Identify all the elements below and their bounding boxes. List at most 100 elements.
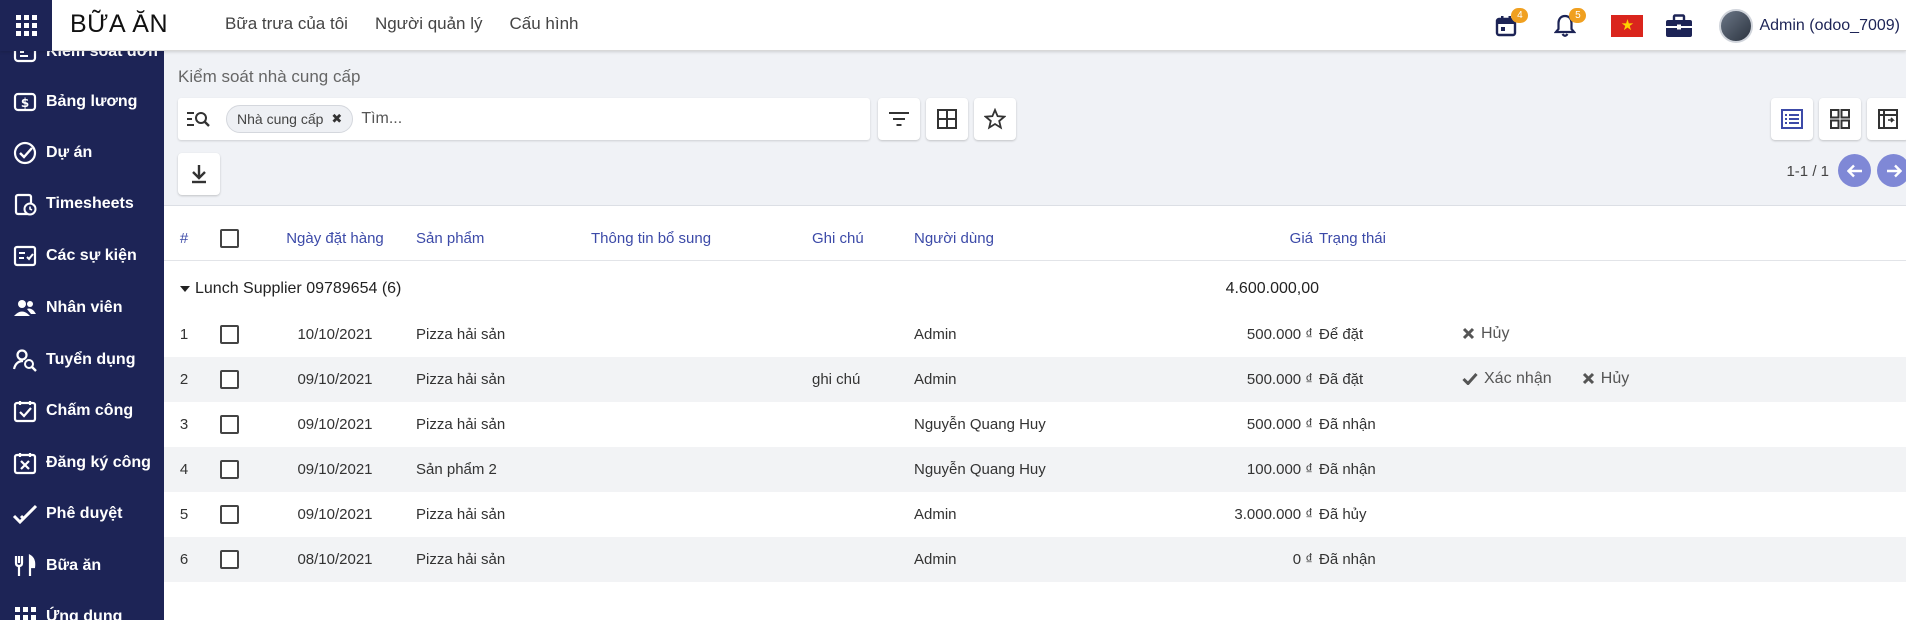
search-bar[interactable]: Nhà cung cấp ✖ (178, 98, 870, 140)
pager-next-button[interactable] (1877, 154, 1906, 187)
note (812, 447, 914, 492)
sidebar-item-label: Các sự kiện (46, 247, 137, 264)
product: Pizza hải sản (416, 416, 506, 433)
row-checkbox[interactable] (219, 415, 239, 434)
favorites-button[interactable] (974, 98, 1016, 140)
menu-manager[interactable]: Người quản lý (375, 14, 483, 34)
col-extra-info[interactable]: Thông tin bổ sung (591, 217, 812, 261)
pivot-view-button[interactable] (1867, 98, 1906, 140)
menu-configuration[interactable]: Cấu hình (510, 14, 579, 34)
export-button[interactable] (178, 153, 220, 195)
sidebar-item-payroll[interactable]: $ Bảng lương (12, 89, 137, 115)
pager-value[interactable]: 1-1 / 1 (1786, 163, 1829, 180)
sidebar: Kiểm soát đơn $ Bảng lương Dự án Timeshe… (0, 51, 164, 620)
sidebar-item-employees[interactable]: Nhân viên (12, 295, 122, 321)
app-menu-button[interactable] (0, 0, 52, 51)
sidebar-item-events[interactable]: Các sự kiện (12, 243, 137, 269)
list-view-button[interactable] (1771, 98, 1813, 140)
user: Admin (914, 357, 1214, 402)
sidebar-item-timesheets[interactable]: Timesheets (12, 191, 134, 217)
user-avatar[interactable] (1719, 8, 1754, 43)
price: 100.000 ₫ (1214, 447, 1319, 492)
timesheet-icon (14, 193, 37, 216)
table-row[interactable]: 1 10/10/2021 Pizza hải sản Admin 500.000… (164, 312, 1906, 357)
order-control-icon (13, 51, 37, 63)
caret-down-icon (180, 285, 190, 292)
order-date: 08/10/2021 (254, 537, 416, 582)
sidebar-item-attendance[interactable]: Chấm công (12, 398, 133, 424)
top-navbar: BỮA ĂN Bữa trưa của tôi Người quản lý Cấ… (0, 0, 1906, 51)
col-note[interactable]: Ghi chú (812, 217, 914, 261)
price: 500.000 ₫ (1214, 357, 1319, 402)
kanban-view-button[interactable] (1819, 98, 1861, 140)
group-row[interactable]: Lunch Supplier 09789654 (6) 4.600.000,00 (164, 266, 1906, 312)
pager-previous-button[interactable] (1838, 154, 1871, 187)
col-price[interactable]: Giá (1214, 217, 1319, 261)
cancel-button[interactable]: Hủy (1462, 325, 1509, 343)
order-list-table: # Ngày đặt hàng Sản phẩm Thông tin bổ su… (164, 217, 1906, 582)
vietnam-flag-icon[interactable]: ★ (1611, 14, 1644, 37)
search-input[interactable] (361, 104, 762, 134)
list-view-icon (1781, 109, 1803, 129)
col-number: # (164, 217, 204, 261)
note (812, 492, 914, 537)
select-all-checkbox[interactable] (219, 228, 239, 248)
company-switch-button[interactable] (1665, 13, 1693, 38)
sidebar-item-label: Nhân viên (46, 299, 123, 316)
sidebar-item-approvals[interactable]: Phê duyệt (12, 501, 122, 527)
activity-badge: 4 (1511, 7, 1529, 23)
col-product[interactable]: Sản phẩm (416, 217, 591, 261)
col-order-date[interactable]: Ngày đặt hàng (254, 217, 416, 261)
pivot-view-icon (1878, 109, 1898, 129)
row-checkbox[interactable] (219, 460, 239, 479)
project-check-icon (13, 141, 37, 165)
main-content: Kiểm soát nhà cung cấp Nhà cung cấp ✖ Tì… (164, 51, 1906, 620)
sidebar-item-order-control[interactable]: Kiểm soát đơn (12, 51, 158, 65)
search-options-icon[interactable] (186, 110, 214, 128)
user: Nguyễn Quang Huy (914, 416, 1046, 433)
sidebar-item-lunch[interactable]: Bữa ăn (12, 553, 101, 579)
state: Đã hủy (1319, 506, 1367, 523)
table-row[interactable]: 6 08/10/2021 Pizza hải sản Admin 0 ₫ Đã … (164, 537, 1906, 582)
group-by-button[interactable] (926, 98, 968, 140)
price: 0 ₫ (1214, 537, 1319, 582)
cancel-label: Hủy (1600, 369, 1630, 387)
cancel-button[interactable]: Hủy (1582, 370, 1629, 388)
sidebar-item-label: Đăng ký công (46, 454, 151, 471)
col-state[interactable]: Trạng thái (1319, 217, 1462, 261)
activity-button[interactable]: 4 (1494, 7, 1529, 38)
sidebar-item-label: Bữa ăn (46, 557, 102, 574)
table-row[interactable]: 3 09/10/2021 Pizza hải sản Nguyễn Quang … (164, 402, 1906, 447)
sidebar-item-project[interactable]: Dự án (12, 140, 92, 166)
order-date: 09/10/2021 (254, 447, 416, 492)
table-header: # Ngày đặt hàng Sản phẩm Thông tin bổ su… (164, 217, 1906, 261)
arrow-left-icon (1846, 164, 1862, 177)
top-menu: Bữa trưa của tôi Người quản lý Cấu hình (225, 14, 579, 34)
user-name[interactable]: Admin (odoo_7009) (1759, 17, 1900, 35)
row-number: 4 (164, 447, 204, 492)
state: Để đặt (1319, 326, 1364, 343)
price: 500.000 ₫ (1246, 416, 1313, 433)
sidebar-item-apps[interactable]: Ứng dụng (12, 604, 122, 620)
search-facet[interactable]: Nhà cung cấp ✖ (226, 105, 354, 133)
row-checkbox[interactable] (219, 370, 239, 389)
sidebar-item-label: Tuyển dụng (46, 351, 136, 368)
row-checkbox[interactable] (219, 325, 239, 344)
table-row[interactable]: 2 09/10/2021 Pizza hải sản ghi chú Admin… (164, 357, 1906, 402)
col-user[interactable]: Người dùng (914, 217, 1214, 261)
user: Admin (914, 326, 957, 343)
table-row[interactable]: 4 09/10/2021 Sản phẩm 2 Nguyễn Quang Huy… (164, 447, 1906, 492)
row-checkbox[interactable] (219, 505, 239, 524)
confirm-button[interactable]: Xác nhận (1462, 370, 1552, 388)
row-checkbox[interactable] (219, 550, 239, 569)
apps-icon (15, 607, 36, 620)
table-row[interactable]: 5 09/10/2021 Pizza hải sản Admin 3.000.0… (164, 492, 1906, 537)
notification-button[interactable]: 5 (1554, 7, 1587, 38)
filter-button[interactable] (878, 98, 920, 140)
facet-remove-icon[interactable]: ✖ (331, 111, 342, 127)
sidebar-item-recruitment[interactable]: Tuyển dụng (12, 347, 135, 373)
cancel-label: Hủy (1481, 324, 1510, 342)
menu-my-lunch[interactable]: Bữa trưa của tôi (225, 14, 348, 34)
sidebar-item-time-off[interactable]: Đăng ký công (12, 450, 151, 476)
row-number: 1 (179, 326, 189, 343)
